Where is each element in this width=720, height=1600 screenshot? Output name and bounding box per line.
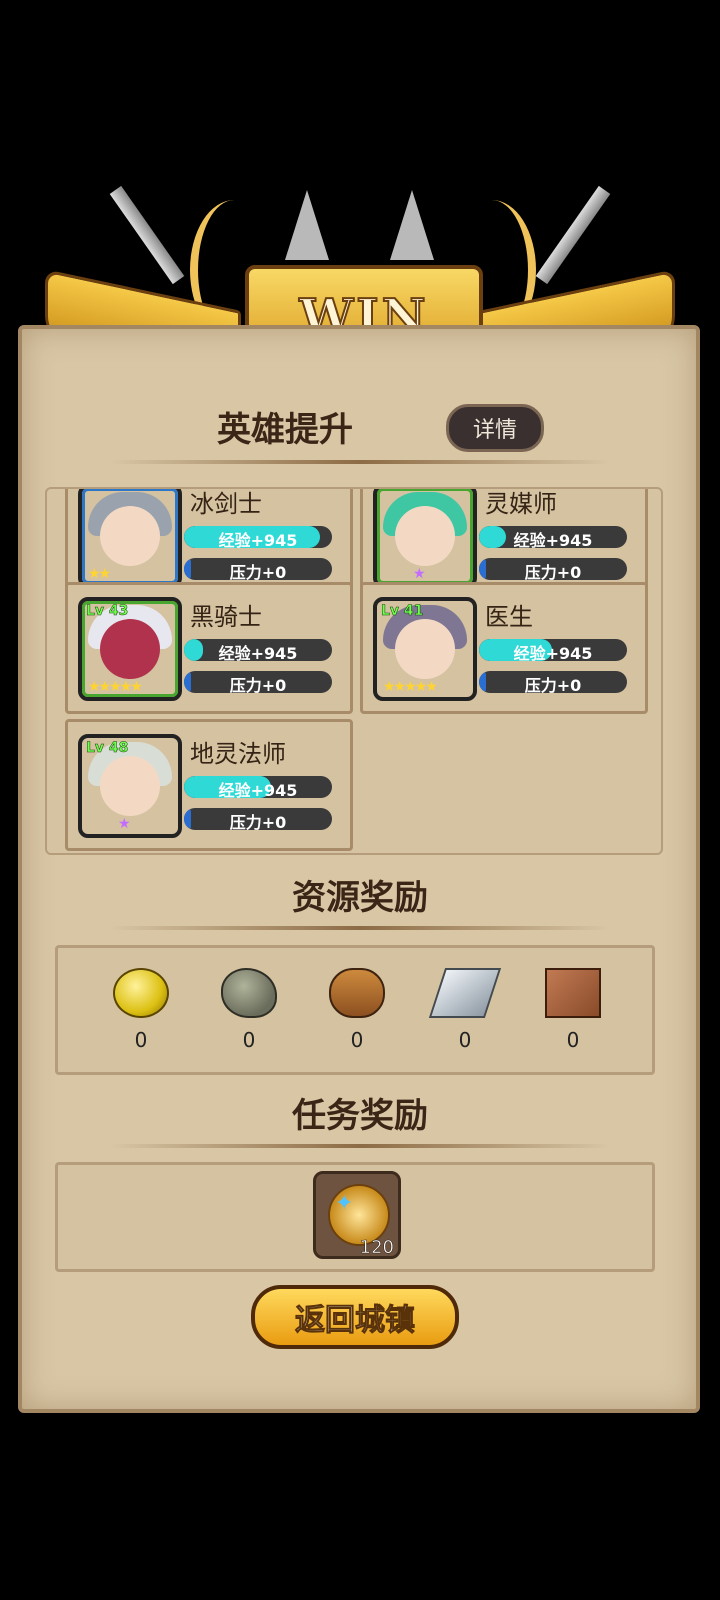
pressure-text: 压力+0: [229, 676, 287, 693]
hero-upgrade-title: 英雄提升: [217, 410, 353, 450]
pressure-text: 压力+0: [524, 676, 582, 693]
exp-text: 经验+945: [218, 781, 298, 798]
hero-portrait: Lv 48 ★: [78, 734, 182, 838]
level-badge: Lv 48: [86, 740, 129, 757]
resource-count: 0: [134, 1028, 148, 1052]
star-rating: ★★: [88, 566, 111, 582]
hero-card[interactable]: Lv 48 ★ 地灵法师 经验+945 压力+0: [65, 719, 353, 851]
iron-ingot-icon: [428, 968, 502, 1018]
hero-card[interactable]: Lv 43 ★★★★★ 黑骑士 经验+945 压力+0: [65, 582, 353, 714]
hero-name: 灵媒师: [485, 490, 557, 518]
hero-face-icon: [100, 619, 160, 679]
task-rewards-title: 任务奖励: [292, 1096, 428, 1136]
exp-text: 经验+945: [218, 531, 298, 548]
resource-count: 0: [458, 1028, 472, 1052]
exp-bar: 经验+945: [184, 639, 332, 661]
task-rewards-box: ✦ 120: [55, 1162, 655, 1272]
hero-name: 黑骑士: [190, 603, 262, 631]
hero-portrait: Lv 41 ★★★★★: [373, 597, 477, 701]
divider: [110, 926, 610, 930]
spike-left-icon: [285, 190, 329, 260]
resource-rewards-title: 资源奖励: [292, 878, 428, 918]
pressure-bar: 压力+0: [184, 671, 332, 693]
resource-item: 0: [317, 968, 397, 1052]
spike-right-icon: [390, 190, 434, 260]
resource-count: 0: [350, 1028, 364, 1052]
star-rating: ★: [413, 566, 425, 582]
task-reward-item[interactable]: ✦ 120: [313, 1171, 401, 1259]
hero-name: 医生: [485, 603, 533, 631]
pressure-text: 压力+0: [524, 563, 582, 580]
details-button[interactable]: 详情: [446, 404, 544, 452]
pressure-bar: 压力+0: [184, 808, 332, 830]
pressure-text: 压力+0: [229, 813, 287, 830]
gem-star-icon: ✦: [335, 1191, 354, 1216]
resource-item: 0: [101, 968, 181, 1052]
exp-text: 经验+945: [218, 644, 298, 661]
level-badge: Lv 41: [381, 603, 424, 620]
sword-left-icon: [109, 185, 185, 285]
hero-portrait: Lv 43 ★★★★★: [78, 597, 182, 701]
gold-coin-icon: [113, 968, 169, 1018]
hero-list[interactable]: ★★ 冰剑士 经验+945 压力+0 ★ 灵媒师 经验+945 压力+0 Lv …: [45, 487, 663, 855]
divider: [110, 460, 610, 464]
hero-name: 地灵法师: [190, 740, 286, 768]
star-rating: ★★★★★: [88, 679, 143, 695]
hero-portrait: ★★: [78, 489, 182, 588]
hero-portrait: ★: [373, 489, 477, 588]
star-rating: ★★★★★: [383, 679, 438, 695]
pressure-text: 压力+0: [229, 563, 287, 580]
exp-bar: 经验+945: [184, 776, 332, 798]
stone-icon: [221, 968, 277, 1018]
return-to-town-button[interactable]: 返回城镇: [251, 1285, 459, 1349]
pressure-bar: 压力+0: [479, 558, 627, 580]
hero-face-icon: [395, 619, 455, 679]
exp-text: 经验+945: [513, 531, 593, 548]
sword-right-icon: [535, 185, 611, 285]
resource-count: 0: [242, 1028, 256, 1052]
hero-face-icon: [100, 506, 160, 566]
pressure-bar: 压力+0: [184, 558, 332, 580]
resource-item: 0: [425, 968, 505, 1052]
level-badge: Lv 43: [86, 603, 129, 620]
divider: [110, 1144, 610, 1148]
task-reward-count: 120: [359, 1237, 394, 1259]
exp-bar: 经验+945: [479, 526, 627, 548]
exp-bar: 经验+945: [479, 639, 627, 661]
resource-rewards-box: 0 0 0 0 0: [55, 945, 655, 1075]
resource-item: 0: [209, 968, 289, 1052]
resource-count: 0: [566, 1028, 580, 1052]
star-rating: ★: [118, 816, 130, 832]
exp-bar: 经验+945: [184, 526, 332, 548]
wood-log-icon: [329, 968, 385, 1018]
cloth-icon: [545, 968, 601, 1018]
hero-face-icon: [395, 506, 455, 566]
hero-face-icon: [100, 756, 160, 816]
pressure-bar: 压力+0: [479, 671, 627, 693]
resource-item: 0: [533, 968, 613, 1052]
hero-name: 冰剑士: [190, 490, 262, 518]
exp-text: 经验+945: [513, 644, 593, 661]
hero-card[interactable]: Lv 41 ★★★★★ 医生 经验+945 压力+0: [360, 582, 648, 714]
